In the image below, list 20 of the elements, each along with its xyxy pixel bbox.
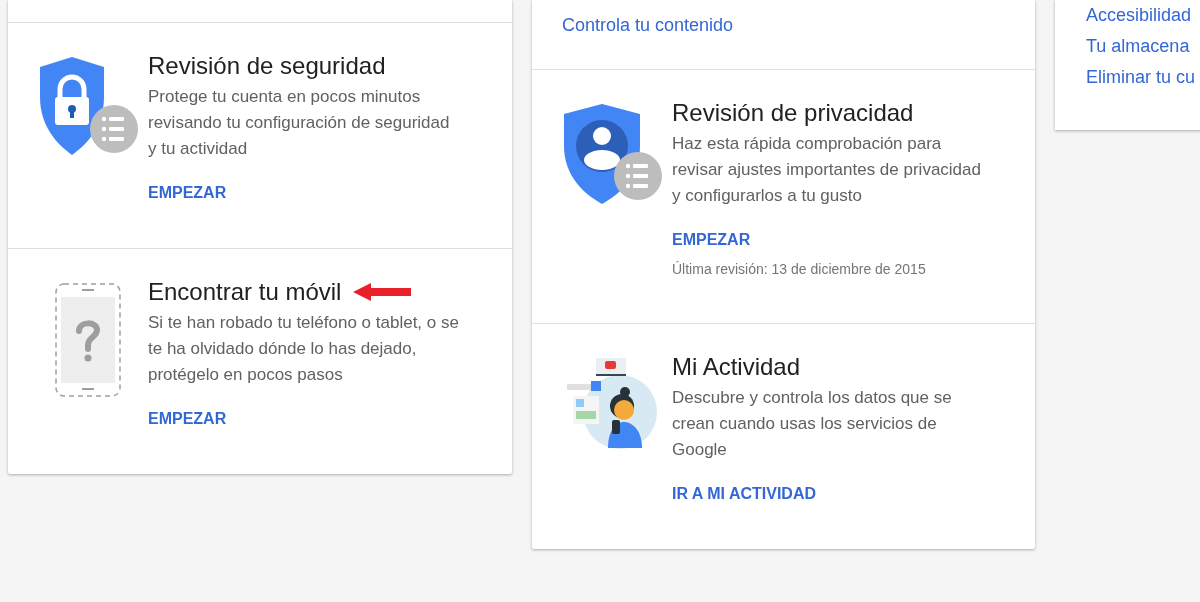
section-title: Revisión de privacidad — [672, 98, 914, 128]
action-link[interactable]: EMPEZAR — [672, 230, 751, 250]
section-title: Mi Actividad — [672, 352, 801, 382]
phone-question-icon — [55, 283, 121, 397]
content-link[interactable]: Controla tu contenido — [562, 15, 734, 35]
section-title: Encontrar tu móvil — [148, 277, 342, 307]
preferences-link[interactable]: Eliminar tu cu — [1086, 65, 1196, 89]
shield-lock-icon — [38, 57, 138, 155]
section-description: Haz esta rápida comprobación para revisar ajustes importantes de privacidad y configurarlos a tu gusto — [672, 133, 982, 207]
shield-person-icon — [562, 104, 662, 204]
section-description: Descubre y controla los datos que se crean cuando usas los servicios de Google — [672, 387, 953, 461]
section-description: Protege tu cuenta en pocos minutos revisando tu configuración de seguridad y tu actividad — [148, 86, 451, 160]
preferences-link[interactable]: Accesibilidad — [1086, 3, 1192, 27]
action-link[interactable]: EMPEZAR — [148, 409, 227, 429]
section-title: Revisión de seguridad — [148, 51, 386, 81]
section-description: Si te han robado tu teléfono o tablet, o se te ha olvidado dónde lo has dejado, protégelo en pocos pasos — [148, 312, 460, 386]
action-link[interactable]: IR A MI ACTIVIDAD — [672, 484, 816, 504]
preferences-link[interactable]: Tu almacena — [1086, 34, 1190, 58]
last-review-note: Última revisión: 13 de diciembre de 2015 — [672, 260, 927, 278]
action-link[interactable]: EMPEZAR — [148, 183, 227, 203]
